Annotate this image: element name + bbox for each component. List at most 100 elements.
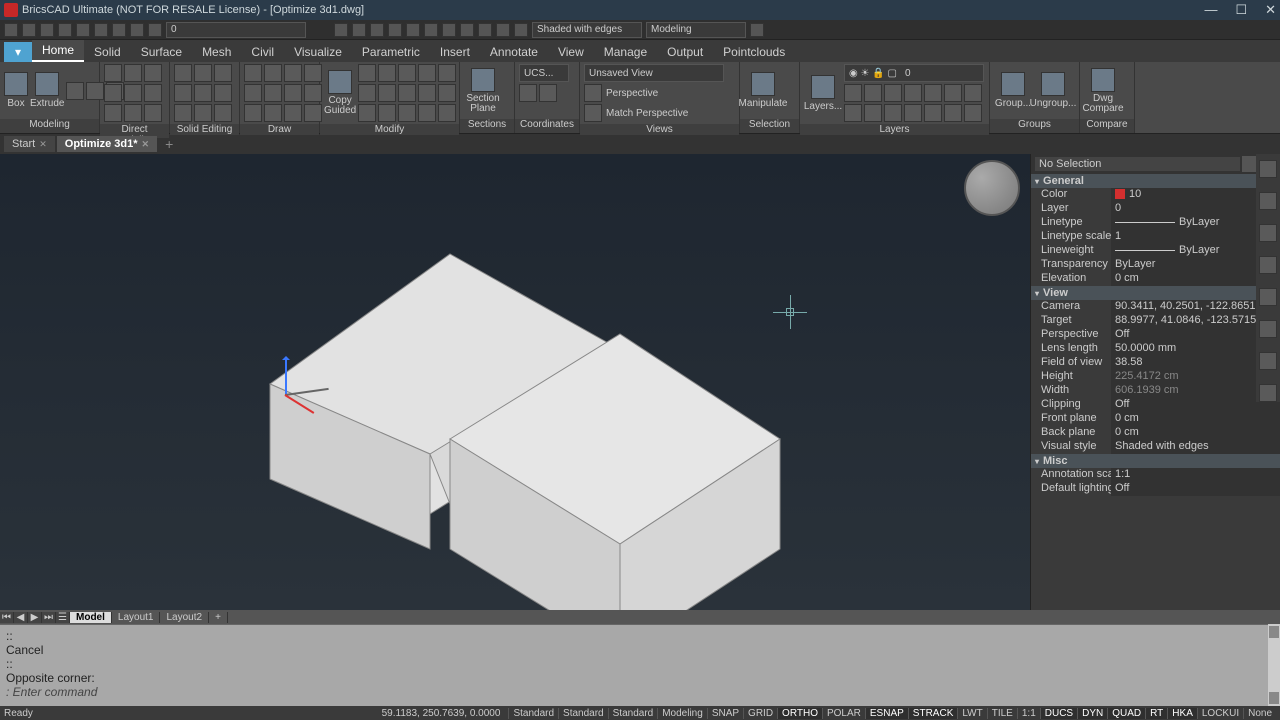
property-row[interactable]: Front plane0 cm — [1031, 412, 1280, 426]
tab-mesh[interactable]: Mesh — [192, 42, 241, 62]
manipulate-button[interactable]: Manipulate — [744, 72, 782, 109]
status-toggle-hka[interactable]: HKA — [1167, 708, 1197, 719]
tool-icon[interactable] — [358, 104, 376, 122]
view-cube[interactable] — [964, 160, 1020, 216]
tab-output[interactable]: Output — [657, 42, 713, 62]
qat-icon[interactable] — [130, 23, 144, 37]
tool-icon[interactable] — [539, 84, 557, 102]
status-toggle-ducs[interactable]: DUCS — [1040, 708, 1077, 719]
tool-icon[interactable] — [438, 104, 456, 122]
extrude-button[interactable]: Extrude — [30, 72, 64, 109]
property-row[interactable]: PerspectiveOff — [1031, 328, 1280, 342]
tool-icon[interactable] — [174, 84, 192, 102]
save-icon[interactable] — [40, 23, 54, 37]
tool-icon[interactable] — [418, 64, 436, 82]
prev-layout-icon[interactable]: ◀ — [14, 612, 28, 623]
layout-tab-1[interactable]: Layout1 — [112, 612, 161, 623]
property-row[interactable]: Visual styleShaded with edges — [1031, 440, 1280, 454]
status-toggle-standard[interactable]: Standard — [508, 708, 558, 719]
bylayer-combo[interactable]: 0 — [166, 22, 306, 38]
layout-list-icon[interactable]: ☰ — [56, 612, 70, 623]
status-toggle-tile[interactable]: TILE — [987, 708, 1017, 719]
redo-icon[interactable] — [94, 23, 108, 37]
status-toggle-standard[interactable]: Standard — [608, 708, 658, 719]
command-window[interactable]: :: Cancel :: Opposite corner: : Enter co… — [0, 624, 1280, 706]
fx-icon[interactable] — [1259, 320, 1277, 338]
tool-icon[interactable] — [284, 84, 302, 102]
tool-icon[interactable] — [864, 104, 882, 122]
status-toggle-none[interactable]: None — [1243, 708, 1276, 719]
qat-icon[interactable] — [352, 23, 366, 37]
tool-icon[interactable] — [584, 104, 602, 122]
tool-icon[interactable] — [264, 84, 282, 102]
group-button[interactable]: Group... — [994, 72, 1032, 109]
tool-icon[interactable] — [104, 64, 122, 82]
first-layout-icon[interactable]: ⏮ — [0, 612, 14, 623]
maximize-button[interactable]: ☐ — [1235, 2, 1247, 18]
prop-group-view[interactable]: View — [1031, 286, 1280, 300]
qat-icon[interactable] — [514, 23, 528, 37]
status-toggle-grid[interactable]: GRID — [743, 708, 777, 719]
property-row[interactable]: Color10 — [1031, 188, 1280, 202]
lightbulb-icon[interactable] — [1259, 160, 1277, 178]
tool-icon[interactable] — [124, 84, 142, 102]
property-row[interactable]: Back plane0 cm — [1031, 426, 1280, 440]
tool-icon[interactable] — [124, 64, 142, 82]
property-row[interactable]: LineweightByLayer — [1031, 244, 1280, 258]
tool-icon[interactable] — [174, 64, 192, 82]
view-combo[interactable]: Unsaved View — [584, 64, 724, 82]
qat-icon[interactable] — [406, 23, 420, 37]
tab-view[interactable]: View — [548, 42, 594, 62]
property-row[interactable]: LinetypeByLayer — [1031, 216, 1280, 230]
tab-surface[interactable]: Surface — [131, 42, 192, 62]
command-input[interactable]: : Enter command — [6, 685, 1274, 699]
layers-button[interactable]: Layers... — [804, 75, 842, 112]
tool-icon[interactable] — [264, 104, 282, 122]
property-row[interactable]: Field of view38.58 — [1031, 356, 1280, 370]
property-row[interactable]: Layer0 — [1031, 202, 1280, 216]
close-tab-icon[interactable]: ✕ — [142, 139, 150, 150]
tool-icon[interactable] — [904, 104, 922, 122]
layout-tab-model[interactable]: Model — [70, 612, 112, 623]
tool-icon[interactable] — [244, 104, 262, 122]
qat-icon[interactable] — [496, 23, 510, 37]
tool-icon[interactable] — [844, 84, 862, 102]
property-row[interactable]: Height225.4172 cm — [1031, 370, 1280, 384]
copy-guided-button[interactable]: Copy Guided — [324, 70, 356, 116]
box-button[interactable]: Box — [4, 72, 28, 109]
status-toggle-polar[interactable]: POLAR — [822, 708, 865, 719]
ungroup-button[interactable]: Ungroup... — [1034, 72, 1072, 109]
panel-icon[interactable] — [1259, 192, 1277, 210]
tool-icon[interactable] — [944, 84, 962, 102]
tool-icon[interactable] — [144, 64, 162, 82]
tab-home[interactable]: Home — [32, 40, 84, 62]
status-toggle-rt[interactable]: RT — [1145, 708, 1167, 719]
qat-icon[interactable] — [460, 23, 474, 37]
status-toggle-lwt[interactable]: LWT — [957, 708, 986, 719]
tool-icon[interactable] — [904, 84, 922, 102]
property-row[interactable]: Elevation0 cm — [1031, 272, 1280, 286]
tool-icon[interactable] — [944, 104, 962, 122]
tool-icon[interactable] — [378, 104, 396, 122]
visual-style-combo[interactable]: Shaded with edges — [532, 22, 642, 38]
last-layout-icon[interactable]: ⏭ — [42, 612, 56, 623]
layer-combo[interactable]: ◉ ☀ 🔒 ▢0 — [844, 64, 984, 82]
qat-icon[interactable] — [148, 23, 162, 37]
tab-pointclouds[interactable]: Pointclouds — [713, 42, 795, 62]
tool-icon[interactable] — [144, 104, 162, 122]
qat-icon[interactable] — [334, 23, 348, 37]
tab-parametric[interactable]: Parametric — [352, 42, 430, 62]
property-row[interactable]: Width606.1939 cm — [1031, 384, 1280, 398]
tab-visualize[interactable]: Visualize — [284, 42, 352, 62]
tab-insert[interactable]: Insert — [430, 42, 480, 62]
tool-icon[interactable] — [884, 84, 902, 102]
new-icon[interactable] — [4, 23, 18, 37]
match-perspective-button[interactable]: Match Perspective — [606, 108, 688, 119]
add-layout-button[interactable]: + — [209, 612, 228, 623]
qat-icon[interactable] — [478, 23, 492, 37]
status-toggle-dyn[interactable]: DYN — [1077, 708, 1107, 719]
app-menu-button[interactable]: ▾ — [4, 42, 32, 62]
status-toggle-ortho[interactable]: ORTHO — [777, 708, 822, 719]
property-row[interactable]: Camera90.3411, 40.2501, -122.8651 — [1031, 300, 1280, 314]
tool-icon[interactable] — [284, 104, 302, 122]
